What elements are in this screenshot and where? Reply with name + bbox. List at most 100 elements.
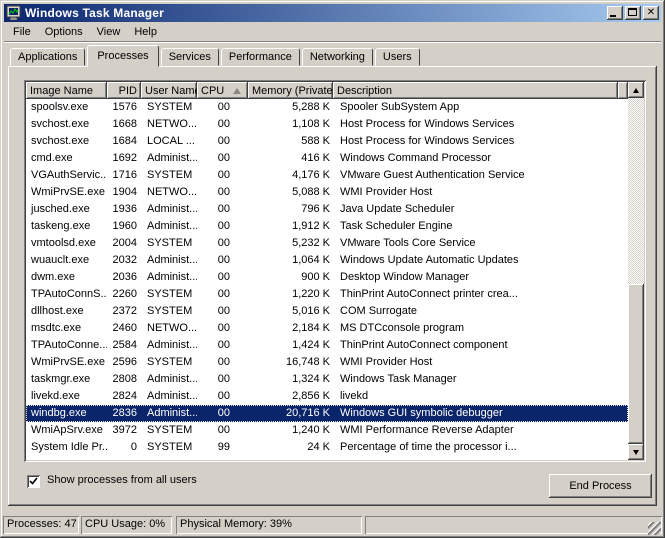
process-pid: 1904 bbox=[107, 184, 141, 201]
process-row[interactable]: cmd.exe1692Administ...00416 KWindows Com… bbox=[26, 150, 628, 167]
process-pid: 1576 bbox=[107, 99, 141, 116]
process-cpu: 00 bbox=[197, 235, 248, 252]
process-description: Task Scheduler Engine bbox=[333, 218, 618, 235]
tab-performance[interactable]: Performance bbox=[221, 48, 300, 66]
process-name: TPAutoConne... bbox=[26, 337, 107, 354]
tab-services[interactable]: Services bbox=[161, 48, 219, 66]
process-row[interactable]: WmiPrvSE.exe1904NETWO...005,088 KWMI Pro… bbox=[26, 184, 628, 201]
process-cpu: 00 bbox=[197, 354, 248, 371]
process-row[interactable]: System Idle Pr...0SYSTEM9924 KPercentage… bbox=[26, 439, 628, 456]
process-user: SYSTEM bbox=[141, 286, 197, 303]
process-memory: 4,176 K bbox=[248, 167, 333, 184]
tab-processes[interactable]: Processes bbox=[87, 45, 158, 67]
process-row[interactable]: VGAuthServic...1716SYSTEM004,176 KVMware… bbox=[26, 167, 628, 184]
process-name: svchost.exe bbox=[26, 116, 107, 133]
column-header-memory[interactable]: Memory (Private ... bbox=[248, 82, 333, 99]
column-header-cpu[interactable]: CPU bbox=[197, 82, 248, 99]
process-description: WMI Performance Reverse Adapter bbox=[333, 422, 618, 439]
process-row[interactable]: TPAutoConne...2584Administ...001,424 KTh… bbox=[26, 337, 628, 354]
process-memory: 1,108 K bbox=[248, 116, 333, 133]
process-row[interactable]: svchost.exe1668NETWO...001,108 KHost Pro… bbox=[26, 116, 628, 133]
process-memory: 416 K bbox=[248, 150, 333, 167]
process-row[interactable]: spoolsv.exe1576SYSTEM005,288 KSpooler Su… bbox=[26, 99, 628, 116]
process-row[interactable]: svchost.exe1684LOCAL ...00588 KHost Proc… bbox=[26, 133, 628, 150]
column-header-pid[interactable]: PID bbox=[107, 82, 141, 99]
tab-strip: Applications Processes Services Performa… bbox=[10, 48, 422, 66]
process-row-selected[interactable]: windbg.exe2836Administ...0020,716 KWindo… bbox=[26, 405, 628, 422]
process-description: MS DTCconsole program bbox=[333, 320, 618, 337]
column-header-blank bbox=[618, 82, 628, 99]
status-cpu-usage: CPU Usage: 0% bbox=[81, 516, 172, 534]
process-name: TPAutoConnS... bbox=[26, 286, 107, 303]
process-description: WMI Provider Host bbox=[333, 184, 618, 201]
process-pid: 1716 bbox=[107, 167, 141, 184]
process-row[interactable]: WmiApSrv.exe3972SYSTEM001,240 KWMI Perfo… bbox=[26, 422, 628, 439]
process-name: System Idle Pr... bbox=[26, 439, 107, 456]
scroll-up-button[interactable] bbox=[628, 82, 644, 98]
tab-networking[interactable]: Networking bbox=[302, 48, 373, 66]
column-header-user-name[interactable]: User Name bbox=[141, 82, 197, 99]
process-memory: 900 K bbox=[248, 269, 333, 286]
process-row[interactable]: msdtc.exe2460NETWO...002,184 KMS DTCcons… bbox=[26, 320, 628, 337]
minimize-button[interactable] bbox=[607, 6, 623, 20]
process-memory: 5,288 K bbox=[248, 99, 333, 116]
scroll-down-button[interactable] bbox=[628, 444, 644, 460]
process-pid: 3972 bbox=[107, 422, 141, 439]
maximize-button[interactable] bbox=[625, 6, 641, 20]
process-description: Host Process for Windows Services bbox=[333, 133, 618, 150]
process-user: NETWO... bbox=[141, 116, 197, 133]
process-description: livekd bbox=[333, 388, 618, 405]
process-pid: 1692 bbox=[107, 150, 141, 167]
menu-file[interactable]: File bbox=[6, 25, 38, 39]
process-row[interactable]: WmiPrvSE.exe2596SYSTEM0016,748 KWMI Prov… bbox=[26, 354, 628, 371]
process-user: NETWO... bbox=[141, 320, 197, 337]
process-memory: 5,232 K bbox=[248, 235, 333, 252]
show-all-users-checkbox[interactable] bbox=[27, 475, 40, 488]
process-name: VGAuthServic... bbox=[26, 167, 107, 184]
vertical-scrollbar[interactable] bbox=[628, 82, 644, 460]
process-pid: 2260 bbox=[107, 286, 141, 303]
process-cpu: 00 bbox=[197, 99, 248, 116]
process-row[interactable]: taskeng.exe1960Administ...001,912 KTask … bbox=[26, 218, 628, 235]
process-row[interactable]: vmtoolsd.exe2004SYSTEM005,232 KVMware To… bbox=[26, 235, 628, 252]
menu-options[interactable]: Options bbox=[38, 25, 90, 39]
process-pid: 2032 bbox=[107, 252, 141, 269]
process-description: Java Update Scheduler bbox=[333, 201, 618, 218]
process-memory: 20,716 K bbox=[248, 405, 333, 422]
process-user: SYSTEM bbox=[141, 354, 197, 371]
menu-help[interactable]: Help bbox=[127, 25, 164, 39]
list-header: Image Name PID User Name CPU Memory (Pri… bbox=[26, 82, 628, 99]
end-process-button[interactable]: End Process bbox=[549, 474, 652, 498]
process-row[interactable]: livekd.exe2824Administ...002,856 Klivekd bbox=[26, 388, 628, 405]
process-memory: 1,220 K bbox=[248, 286, 333, 303]
process-row[interactable]: wuauclt.exe2032Administ...001,064 KWindo… bbox=[26, 252, 628, 269]
process-name: spoolsv.exe bbox=[26, 99, 107, 116]
process-row[interactable]: TPAutoConnS...2260SYSTEM001,220 KThinPri… bbox=[26, 286, 628, 303]
process-row[interactable]: taskmgr.exe2808Administ...001,324 KWindo… bbox=[26, 371, 628, 388]
process-rows: spoolsv.exe1576SYSTEM005,288 KSpooler Su… bbox=[26, 99, 628, 460]
resize-grip-icon[interactable] bbox=[648, 522, 661, 535]
window-title: Windows Task Manager bbox=[25, 6, 605, 20]
process-row[interactable]: dwm.exe2036Administ...00900 KDesktop Win… bbox=[26, 269, 628, 286]
process-name: taskmgr.exe bbox=[26, 371, 107, 388]
scrollbar-thumb[interactable] bbox=[628, 284, 644, 444]
column-header-image-name[interactable]: Image Name bbox=[26, 82, 107, 99]
maximize-icon bbox=[628, 8, 637, 16]
process-name: WmiApSrv.exe bbox=[26, 422, 107, 439]
process-user: NETWO... bbox=[141, 184, 197, 201]
process-pid: 1960 bbox=[107, 218, 141, 235]
tab-applications[interactable]: Applications bbox=[10, 48, 85, 66]
close-button[interactable]: ✕ bbox=[643, 6, 659, 20]
process-name: taskeng.exe bbox=[26, 218, 107, 235]
process-row[interactable]: dllhost.exe2372SYSTEM005,016 KCOM Surrog… bbox=[26, 303, 628, 320]
column-header-description[interactable]: Description bbox=[333, 82, 618, 99]
process-user: SYSTEM bbox=[141, 99, 197, 116]
process-description: Windows Update Automatic Updates bbox=[333, 252, 618, 269]
process-pid: 2836 bbox=[107, 405, 141, 422]
process-cpu: 00 bbox=[197, 116, 248, 133]
tab-users[interactable]: Users bbox=[375, 48, 420, 66]
process-cpu: 00 bbox=[197, 286, 248, 303]
process-row[interactable]: jusched.exe1936Administ...00796 KJava Up… bbox=[26, 201, 628, 218]
process-user: Administ... bbox=[141, 201, 197, 218]
menu-view[interactable]: View bbox=[90, 25, 128, 39]
